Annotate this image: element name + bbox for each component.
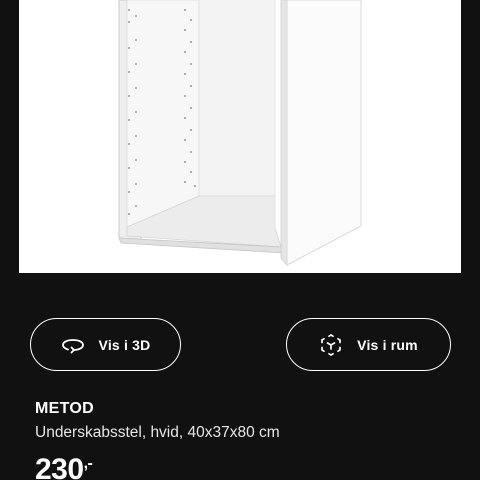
rotate-3d-icon: [61, 333, 85, 357]
view-3d-button[interactable]: Vis i 3D: [30, 318, 181, 371]
view-in-room-button[interactable]: Vis i rum: [286, 318, 451, 371]
augmented-reality-icon: [319, 333, 343, 357]
price-suffix: ,-: [83, 455, 93, 472]
product-name[interactable]: METOD: [35, 400, 94, 418]
view-3d-label: Vis i 3D: [98, 336, 151, 353]
product-image[interactable]: [19, 0, 461, 273]
cabinet-illustration: [118, 0, 362, 267]
view-in-room-label: Vis i rum: [357, 336, 418, 353]
price-value: 230: [35, 453, 84, 480]
price: 230,-: [35, 452, 93, 480]
product-description: Underskabsstel, hvid, 40x37x80 cm: [35, 424, 280, 441]
